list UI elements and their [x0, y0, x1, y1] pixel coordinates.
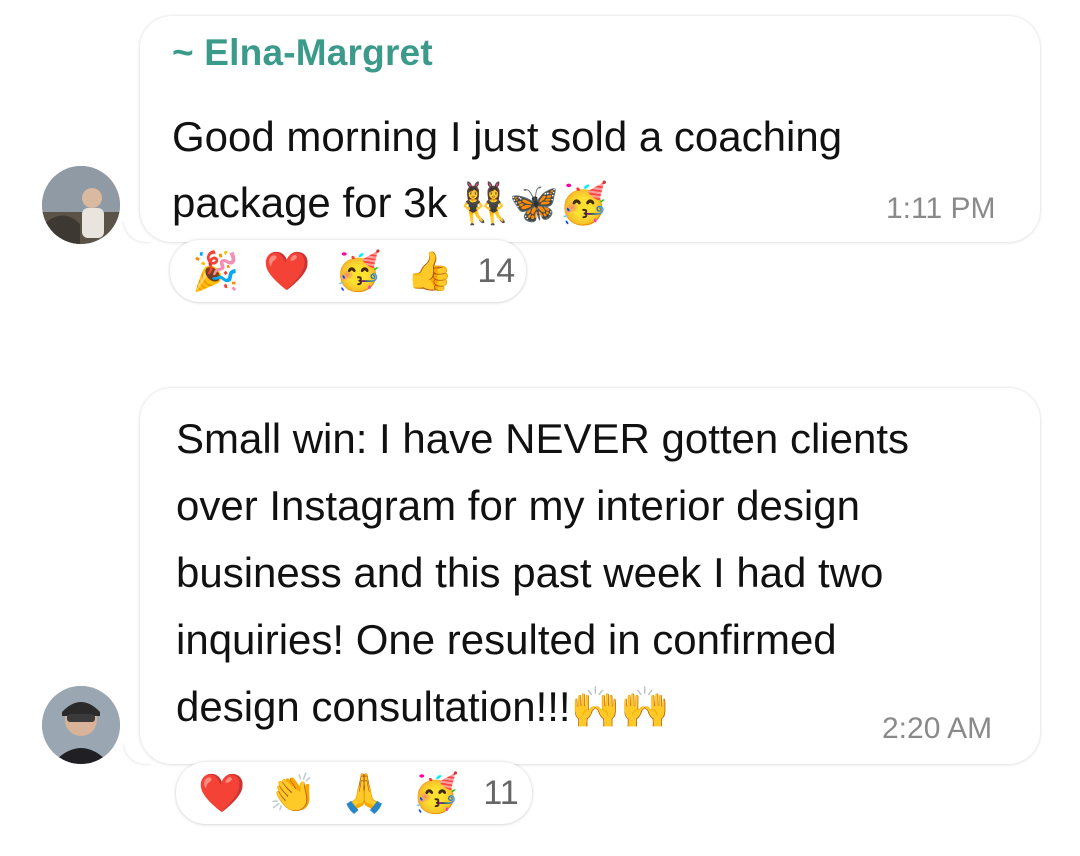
message-timestamp: 1:11 PM — [886, 192, 996, 225]
message-text-line: business and this past week I had two — [176, 549, 884, 596]
reaction-count: 14 — [477, 251, 516, 290]
party-face-emoji-icon: 🥳 — [558, 181, 609, 227]
heart-icon: ❤️ — [198, 771, 246, 815]
avatar-photo-icon — [42, 166, 120, 244]
message-text-line: over Instagram for my interior design — [176, 482, 860, 529]
reaction-count: 11 — [483, 773, 519, 812]
avatar[interactable] — [42, 166, 120, 244]
butterfly-emoji-icon: 🦋 — [509, 181, 559, 227]
clapping-hands-icon: 👏 — [269, 771, 317, 815]
avatar[interactable] — [42, 686, 120, 764]
message-timestamp: 2:20 AM — [882, 712, 993, 745]
party-face-icon: 🥳 — [411, 771, 460, 815]
reactions-bar[interactable]: ❤️ 👏 🙏 🥳 11 — [176, 762, 532, 824]
heart-icon: ❤️ — [263, 249, 311, 293]
message-bubble[interactable]: Small win: I have NEVER gotten clients o… — [140, 388, 1040, 764]
dancers-emoji-icon: 👯‍♀️ — [459, 181, 509, 227]
message-text-line: design consultation!!!🙌🙌 — [176, 683, 671, 731]
raising-hands-emoji-icon: 🙌 — [570, 685, 621, 731]
message-text-line: package for 3k 👯‍♀️🦋🥳 — [172, 179, 609, 227]
message-text-line: Small win: I have NEVER gotten clients — [176, 415, 909, 462]
party-face-icon: 🥳 — [334, 249, 382, 293]
sender-name[interactable]: ~ Elna-Margret — [172, 32, 433, 74]
message-text-line: inquiries! One resulted in confirmed — [176, 616, 837, 663]
raising-hands-emoji-icon: 🙌 — [620, 685, 671, 731]
thumbs-up-icon: 👍 — [405, 249, 454, 293]
message-text-line: Good morning I just sold a coaching — [172, 113, 843, 160]
avatar-photo-icon — [42, 686, 120, 764]
folded-hands-icon: 🙏 — [340, 771, 388, 815]
message-bubble[interactable]: ~ Elna-Margret Good morning I just sold … — [140, 16, 1040, 242]
party-popper-icon: 🎉 — [192, 249, 240, 293]
message-text-segment: package for 3k — [172, 179, 448, 226]
reactions-bar[interactable]: 🎉 ❤️ 🥳 👍 14 — [170, 240, 526, 302]
message-text-segment: design consultation!!! — [176, 683, 571, 730]
